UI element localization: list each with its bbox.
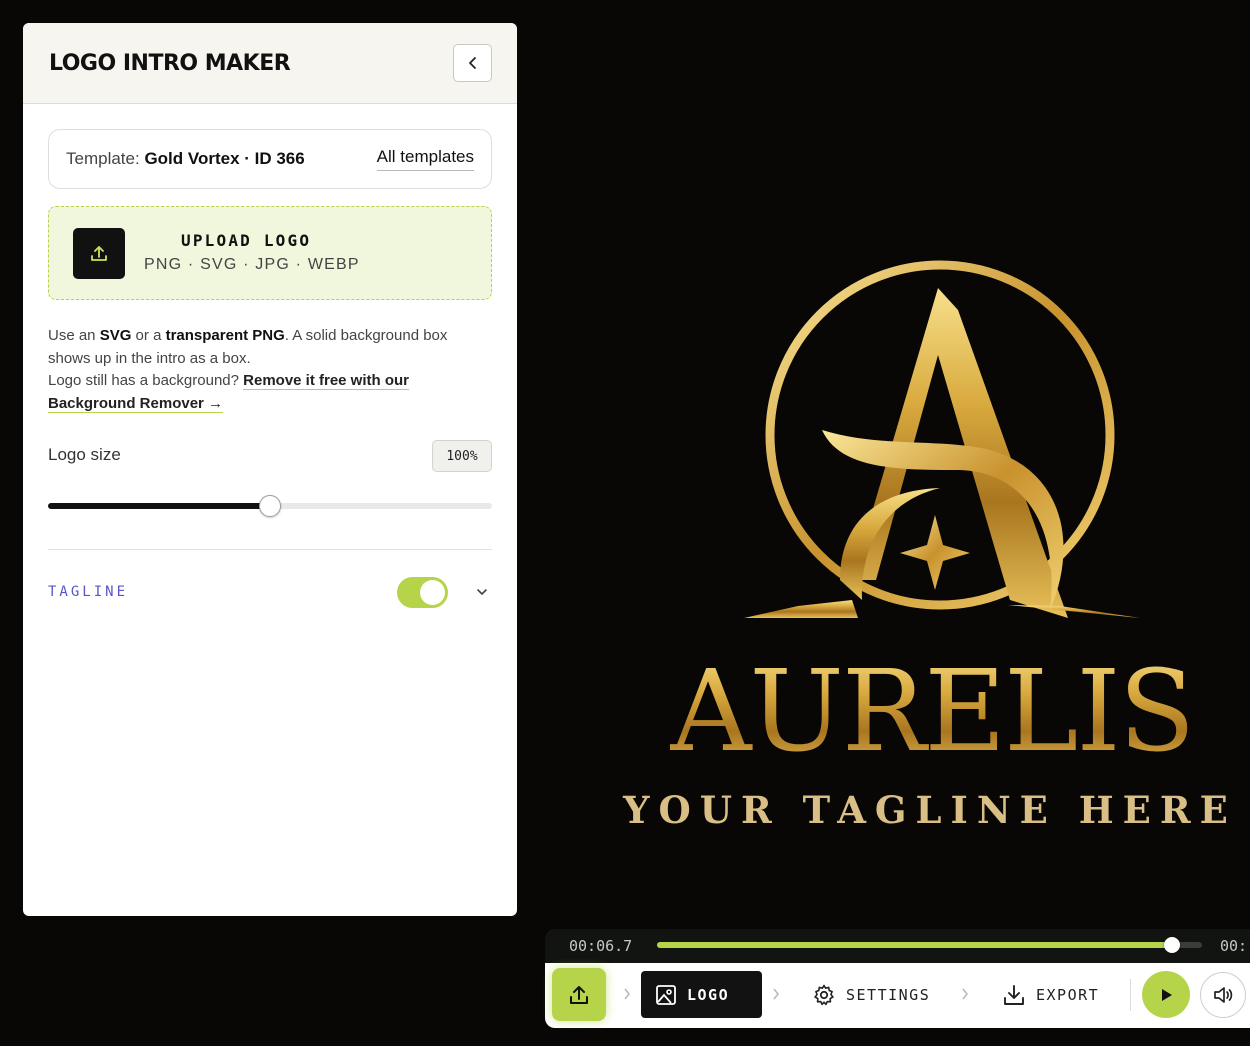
section-divider	[48, 549, 492, 550]
logo-size-slider-thumb[interactable]	[259, 495, 281, 517]
image-icon	[656, 984, 676, 1005]
current-time: 00:06.7	[569, 937, 633, 955]
upload-button[interactable]	[552, 968, 606, 1021]
tagline-section-label: TAGLINE	[48, 584, 129, 600]
chevron-right-icon	[624, 988, 630, 1000]
timeline-bar: 00:06.7 00:	[545, 929, 1250, 963]
help-text-part: Use an	[48, 327, 100, 344]
chevron-right-icon	[962, 988, 968, 1000]
chevron-right-icon	[773, 988, 779, 1000]
speaker-icon	[1214, 987, 1233, 1003]
upload-formats: PNG · SVG · JPG · WEBP	[144, 256, 360, 273]
chevron-left-icon	[468, 57, 476, 69]
timeline-scrubber-thumb[interactable]	[1164, 937, 1181, 953]
upload-title: UPLOAD LOGO	[181, 231, 312, 250]
settings-step-button[interactable]: SETTINGS	[798, 971, 944, 1018]
template-info: Template: Gold Vortex · ID 366	[66, 149, 305, 169]
logo-size-value: 100%	[432, 440, 492, 472]
volume-button[interactable]	[1200, 972, 1246, 1018]
video-preview: AURELIS YOUR TAGLINE HERE	[540, 0, 1250, 930]
export-step-button[interactable]: EXPORT	[988, 971, 1113, 1018]
total-time: 00:	[1220, 937, 1248, 955]
template-name: Gold Vortex · ID 366	[144, 149, 305, 168]
upload-logo-dropzone[interactable]: UPLOAD LOGO PNG · SVG · JPG · WEBP	[48, 206, 492, 300]
logo-size-label: Logo size	[48, 445, 121, 464]
logo-step-button[interactable]: LOGO	[641, 971, 762, 1018]
template-selector: Template: Gold Vortex · ID 366 All templ…	[48, 129, 492, 189]
download-icon	[1004, 984, 1024, 1005]
upload-icon	[91, 245, 107, 261]
play-icon	[1162, 988, 1172, 1001]
brand-name-text: AURELIS	[670, 647, 1194, 777]
toolbar-divider	[1130, 979, 1131, 1011]
help-text-part: or a	[131, 327, 166, 344]
logo-size-slider-fill	[48, 503, 270, 509]
timeline-scrubber[interactable]	[657, 937, 1202, 953]
gear-icon	[814, 984, 834, 1005]
logo-help-text: Use an SVG or a transparent PNG. A solid…	[48, 325, 488, 415]
editor-panel: LOGO INTRO MAKER Template: Gold Vortex ·…	[23, 23, 517, 916]
bottom-toolbar: LOGO SETTINGS EXPORT	[545, 963, 1250, 1028]
tagline-toggle-knob	[420, 580, 445, 605]
all-templates-link[interactable]: All templates	[376, 147, 474, 171]
collapse-panel-button[interactable]	[453, 44, 492, 82]
help-text-svg: SVG	[99, 327, 132, 344]
brand-tagline-text: YOUR TAGLINE HERE	[622, 788, 1237, 832]
template-label: Template:	[66, 149, 140, 168]
export-step-label: EXPORT	[1036, 985, 1100, 1004]
upload-icon-box	[73, 228, 125, 279]
logo-step-label: LOGO	[687, 985, 730, 1004]
tagline-toggle[interactable]	[397, 577, 448, 608]
chevron-down-icon[interactable]	[475, 585, 489, 599]
play-button[interactable]	[1142, 971, 1190, 1018]
panel-title: LOGO INTRO MAKER	[49, 50, 291, 76]
upload-icon	[570, 985, 588, 1004]
help-text-part: Logo still has a background?	[48, 372, 244, 389]
timeline-progress-fill	[657, 942, 1173, 948]
brand-logo-preview: AURELIS YOUR TAGLINE HERE	[622, 260, 1237, 832]
logo-size-slider[interactable]	[48, 495, 492, 517]
help-text-png: transparent PNG	[165, 327, 285, 344]
settings-step-label: SETTINGS	[846, 985, 931, 1004]
panel-header: LOGO INTRO MAKER	[23, 23, 517, 104]
monogram-emblem	[744, 260, 1140, 618]
